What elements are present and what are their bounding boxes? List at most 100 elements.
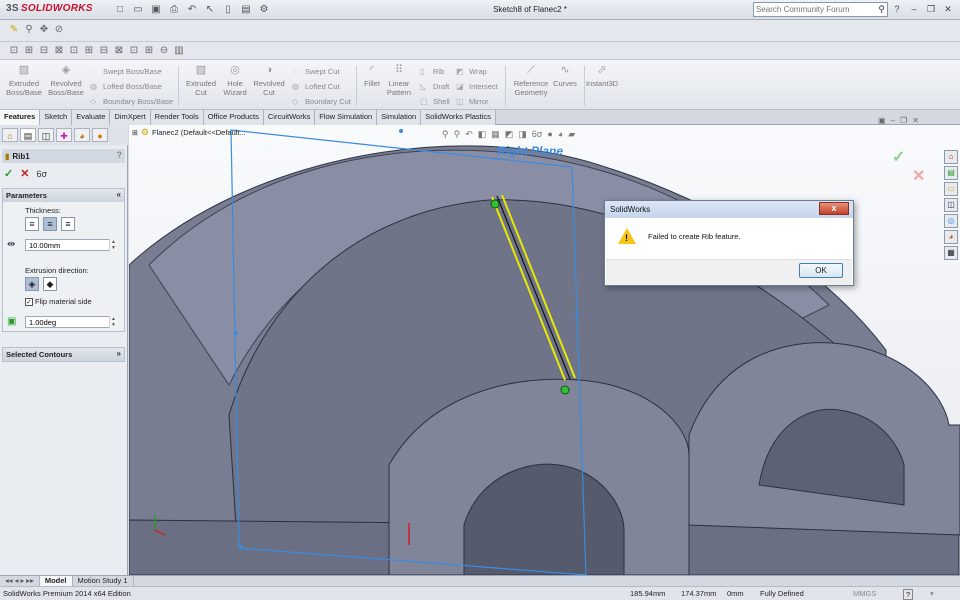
restore-icon[interactable]: ❐ (924, 2, 938, 16)
pan-icon[interactable]: ✥ (38, 24, 50, 36)
thickness-second-side-icon[interactable]: ≡ (61, 217, 75, 231)
viewport-close-icon[interactable]: ✕ (912, 116, 919, 125)
thickness-field[interactable] (25, 239, 117, 251)
lofted-boss-button[interactable]: ◍ Lofted Boss/Base (90, 80, 162, 92)
viewport-restore-icon[interactable]: ❐ (900, 116, 907, 125)
help-icon[interactable]: ? (890, 2, 904, 16)
search-input[interactable] (756, 5, 879, 14)
lofted-cut-button[interactable]: ◍ Lofted Cut (292, 80, 340, 92)
reference-geometry-button[interactable]: ⟋ Reference Geometry (510, 65, 552, 98)
view-settings-icon[interactable]: ▰ (568, 129, 575, 140)
wrap-button[interactable]: ◩ Wrap (456, 65, 487, 77)
parallel-to-sketch-icon[interactable]: ◈ (25, 277, 39, 291)
solidworks-forum-icon[interactable]: ▦ (944, 246, 958, 260)
tab-simulation[interactable]: Simulation (377, 110, 422, 125)
viewport-minimize-icon[interactable]: – (891, 116, 895, 125)
zoom-area-icon[interactable]: ⚲ (454, 129, 461, 140)
draft-icon[interactable]: ▣ (7, 316, 16, 327)
ok-button[interactable]: OK (799, 263, 843, 278)
tab-solidworks-plastics[interactable]: SolidWorks Plastics (421, 110, 496, 125)
boundary-cut-button[interactable]: ◇ Boundary Cut (292, 95, 351, 107)
apply-scene-icon[interactable]: ◕ (558, 129, 563, 140)
normal-to-sketch-icon[interactable]: ◆ (43, 277, 57, 291)
sketch-tool-icon-12[interactable]: ▥ (173, 45, 185, 57)
file-explorer-icon[interactable]: ▭ (944, 182, 958, 196)
thickness-spinner[interactable]: ▲ ▼ (109, 239, 117, 251)
extruded-boss-button[interactable]: ▨ Extruded Boss/Base (4, 65, 44, 98)
nav-arrows[interactable]: ◂◂ ◂ ▸ ▸▸ (0, 576, 40, 586)
revolved-boss-button[interactable]: ◈ Revolved Boss/Base (46, 65, 86, 98)
sketch-tool-icon-11[interactable]: ⊖ (158, 45, 170, 57)
tab-sketch[interactable]: Sketch (40, 110, 73, 125)
mirror-button[interactable]: ◫ Mirror (456, 95, 489, 107)
dynamic-annotation-icon[interactable]: ▦ (491, 129, 500, 140)
flip-material-checkbox[interactable]: ✓ (25, 297, 33, 306)
sketch-tool-icon-1[interactable]: ⊡ (8, 45, 20, 57)
collapse-chevron-icon[interactable]: « (117, 190, 121, 199)
expand-chevron-icon[interactable]: » (117, 349, 121, 358)
sketch-tool-icon-10[interactable]: ⊞ (143, 45, 155, 57)
sketch-tool-icon-7[interactable]: ⊟ (98, 45, 110, 57)
sketch-tool-icon-4[interactable]: ⊠ (53, 45, 65, 57)
thickness-first-side-icon[interactable]: ≡ (25, 217, 39, 231)
display-manager-tab-icon[interactable]: ◕ (74, 128, 90, 142)
measure-icon[interactable]: ⊘ (53, 24, 65, 36)
appearances-icon[interactable]: ◎ (944, 214, 958, 228)
shell-button[interactable]: ▢ Shell (420, 95, 450, 107)
confirmation-cancel-icon[interactable]: ✕ (912, 166, 925, 186)
zoom-icon[interactable]: ⚲ (23, 24, 35, 36)
cancel-x-icon[interactable]: ✕ (20, 167, 29, 180)
search-icon[interactable]: ⚲ (878, 4, 885, 15)
dialog-close-button[interactable]: x (819, 202, 849, 215)
close-icon[interactable]: ✕ (941, 2, 955, 16)
tab-render-tools[interactable]: Render Tools (150, 110, 204, 125)
swept-boss-button[interactable]: ◌ Swept Boss/Base (90, 65, 162, 77)
configuration-manager-tab-icon[interactable]: ◫ (38, 128, 54, 142)
section-view-icon[interactable]: ◧ (478, 129, 487, 140)
sketch-tool-icon-5[interactable]: ⊡ (68, 45, 80, 57)
sketch-tool-icon-8[interactable]: ⊠ (113, 45, 125, 57)
feature-tree-tab-icon[interactable]: ⌂ (2, 128, 18, 142)
detail-preview-icon[interactable]: 6σ (36, 169, 47, 179)
revolved-cut-button[interactable]: ◑ Revolved Cut (249, 65, 289, 98)
expand-icon[interactable]: ⊞ (132, 129, 138, 137)
unit-system[interactable]: MMGS (853, 589, 876, 598)
tab-flow-simulation[interactable]: Flow Simulation (315, 110, 378, 125)
parameters-header[interactable]: Parameters « (3, 189, 124, 202)
feature-tree-flyout[interactable]: ⊞ ⚙ Flanec2 (Default<<Default... (132, 127, 246, 138)
rib-button[interactable]: ▯ Rib (420, 65, 444, 77)
thickness-both-sides-icon[interactable]: ≡ (43, 217, 57, 231)
view-palette-icon[interactable]: ◫ (944, 198, 958, 212)
status-dropdown-icon[interactable]: ▾ (930, 589, 934, 598)
tab-motion-study-1[interactable]: Motion Study 1 (73, 576, 134, 586)
solidworks-resources-icon[interactable]: ⌂ (944, 150, 958, 164)
help-icon[interactable]: ? (117, 150, 123, 160)
minimize-icon[interactable]: – (907, 2, 921, 16)
graphics-area[interactable] (129, 125, 960, 575)
draft-angle-field[interactable] (25, 316, 117, 328)
swept-cut-button[interactable]: ◌ Swept Cut (292, 65, 340, 77)
design-library-icon[interactable]: ▤ (944, 166, 958, 180)
sketch-tool-icon-2[interactable]: ⊞ (23, 45, 35, 57)
previous-view-icon[interactable]: ↶ (465, 129, 473, 140)
linear-pattern-button[interactable]: ⠿ Linear Pattern (379, 65, 419, 98)
tab-evaluate[interactable]: Evaluate (72, 110, 111, 125)
viewport-menu-icon[interactable]: ▣ (878, 116, 886, 125)
boundary-boss-button[interactable]: ◇ Boundary Boss/Base (90, 95, 173, 107)
sketch-tool-icon-9[interactable]: ⊡ (128, 45, 140, 57)
dimxpert-manager-tab-icon[interactable]: ✚ (56, 128, 72, 142)
ok-check-icon[interactable]: ✓ (4, 167, 13, 180)
curves-button[interactable]: ∿ Curves (549, 65, 581, 89)
draft-button[interactable]: ◺ Draft (420, 80, 449, 92)
tab-dimxpert[interactable]: DimXpert (110, 110, 151, 125)
appearance-tab-icon[interactable]: ● (92, 128, 108, 142)
tab-office-products[interactable]: Office Products (203, 110, 264, 125)
tab-features[interactable]: Features (0, 110, 41, 125)
tab-circuitworks[interactable]: CircuitWorks (263, 110, 316, 125)
selected-contours-header[interactable]: Selected Contours» (3, 348, 124, 361)
draft-spinner[interactable]: ▲ ▼ (109, 316, 117, 328)
intersect-button[interactable]: ◪ Intersect (456, 80, 498, 92)
instant3d-button[interactable]: ⬀ Instant3D (583, 65, 621, 89)
status-help[interactable]: ? (903, 589, 914, 600)
tab-model[interactable]: Model (39, 576, 73, 586)
